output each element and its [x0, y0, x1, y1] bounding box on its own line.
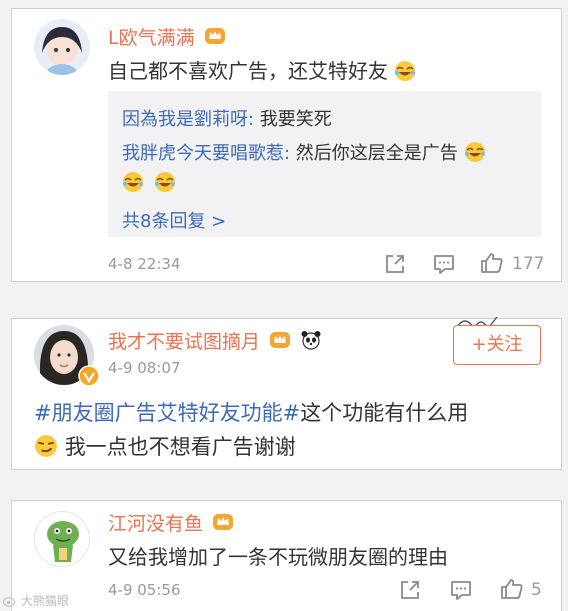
timestamp: 4-8 22:34	[108, 255, 181, 273]
avatar[interactable]	[34, 19, 90, 75]
follow-button[interactable]: +关注	[453, 325, 541, 365]
weibo-logo-icon	[3, 597, 15, 607]
smirk-emoji-icon	[35, 435, 57, 457]
panda-icon	[301, 331, 321, 350]
laugh-cry-emoji-icon	[464, 142, 485, 162]
avatar[interactable]	[34, 511, 90, 567]
username-text[interactable]: 江河没有鱼	[108, 513, 203, 535]
comment-text: 又给我增加了一条不玩微朋友圈的理由	[108, 545, 448, 569]
laugh-cry-emoji-icon	[154, 172, 175, 192]
reply-username[interactable]: 我胖虎今天要唱歌惹:	[122, 143, 290, 164]
comment-icon[interactable]	[450, 579, 472, 601]
more-replies-link[interactable]: 共8条回复 >	[122, 207, 226, 233]
username[interactable]: 我才不要试图摘月	[108, 327, 322, 354]
vip-crown-icon	[270, 332, 291, 348]
laugh-cry-emoji-icon	[395, 61, 416, 81]
vip-crown-icon	[204, 28, 225, 44]
laugh-cry-emoji-icon	[123, 172, 143, 192]
comment-text: 自己都不喜欢广告，还艾特好友	[108, 55, 416, 84]
username-text[interactable]: L欧气满满	[108, 27, 195, 49]
share-icon[interactable]	[384, 253, 406, 275]
verified-badge-icon	[78, 365, 100, 387]
reply-box: 因為我是劉莉呀: 我要笑死 我胖虎今天要唱歌惹: 然后你这层全是广告 共8条回复…	[108, 91, 541, 237]
username-text[interactable]: 我才不要试图摘月	[108, 331, 260, 353]
vip-crown-icon	[213, 514, 234, 530]
share-icon[interactable]	[399, 579, 421, 601]
username[interactable]: 江河没有鱼	[108, 509, 234, 536]
watermark: 大熊猫眼	[3, 592, 69, 609]
reply-item: 因為我是劉莉呀: 我要笑死	[122, 109, 332, 130]
timestamp: 4-9 08:07	[108, 359, 181, 377]
comment-text: #朋友圈广告艾特好友功能#这个功能有什么用	[34, 401, 469, 425]
like-count: 5	[531, 580, 542, 600]
hashtag-link[interactable]: #朋友圈广告艾特好友功能#	[34, 401, 300, 425]
timestamp: 4-9 05:56	[108, 581, 181, 599]
comment-icon[interactable]	[433, 253, 455, 275]
reply-username[interactable]: 因為我是劉莉呀:	[122, 109, 254, 130]
username[interactable]: L欧气满满	[108, 23, 226, 50]
reply-item: 我胖虎今天要唱歌惹: 然后你这层全是广告	[122, 139, 486, 165]
like-icon[interactable]	[480, 251, 504, 275]
comment-card: L欧气满满 自己都不喜欢广告，还艾特好友 因為我是劉莉呀: 我要笑死 我胖虎今天…	[11, 8, 562, 282]
like-icon[interactable]	[500, 577, 524, 601]
emoji-row	[122, 171, 176, 194]
like-count: 177	[512, 254, 545, 274]
comment-card: 江河没有鱼 又给我增加了一条不玩微朋友圈的理由 4-9 05:56 5	[11, 500, 562, 611]
comment-text-line2: 我一点也不想看广告谢谢	[34, 431, 296, 461]
comment-card: 我才不要试图摘月 4-9 08:07 +关注 #朋友圈广告艾特好友功能#这个功能…	[11, 316, 562, 470]
